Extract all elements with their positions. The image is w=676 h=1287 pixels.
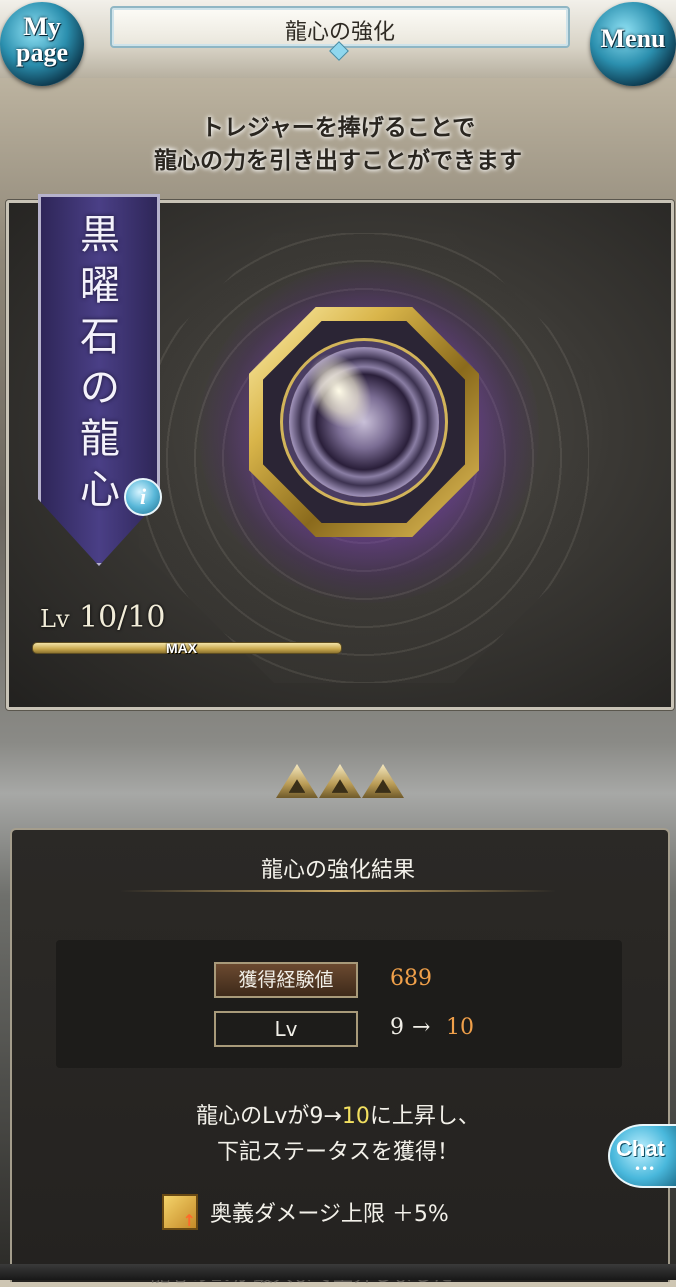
lv-to: 10: [446, 1015, 474, 1040]
item-name-char: 心: [80, 467, 120, 513]
lv-from: 9: [390, 1015, 404, 1040]
triangle-ornament-icon: [276, 764, 318, 798]
level-up-message-line1: 龍心のLvが9→10に上昇し、: [196, 1104, 480, 1129]
item-name-vertical: 黒 曜 石 の 龍 心: [78, 210, 122, 516]
chat-label: Chat: [616, 1136, 665, 1161]
mypage-button[interactable]: My page: [0, 2, 84, 86]
result-title: 龍心の強化結果: [260, 858, 415, 883]
result-stats-box: [56, 940, 622, 1068]
item-name-char: 曜: [80, 263, 120, 309]
bottom-bar: [0, 1264, 676, 1280]
menu-label: Menu: [600, 24, 666, 53]
max-label: MAX: [166, 640, 198, 656]
item-name-char: の: [80, 365, 120, 411]
ougi-damage-up-icon: [162, 1194, 198, 1230]
chat-button[interactable]: Chat •••: [608, 1124, 676, 1188]
level-value: 10/10: [79, 600, 166, 635]
chat-dots-icon: •••: [634, 1162, 656, 1176]
level-up-message-line2: 下記ステータスを獲得！: [216, 1140, 459, 1165]
level-prefix: Lv: [40, 605, 70, 633]
dragon-heart-treasure-image: [249, 307, 479, 537]
bonus-status: 奥義ダメージ上限 ＋5%: [210, 1202, 449, 1227]
intro-line-2: 龍心の力を引き出すことができます: [154, 148, 522, 174]
info-icon[interactable]: i: [124, 478, 162, 516]
item-name-char: 石: [80, 314, 120, 360]
intro-line-1: トレジャーを捧げることで: [200, 115, 476, 141]
item-name-char: 黒: [80, 212, 120, 258]
lv-label: Lv: [214, 1011, 358, 1047]
mypage-label-line2: page: [16, 38, 68, 67]
level-display: Lv 10/10: [40, 600, 166, 635]
menu-button[interactable]: Menu: [590, 2, 676, 86]
title-divider: [120, 890, 556, 892]
item-name-char: 龍: [80, 416, 120, 462]
triangle-ornament-icon: [362, 764, 404, 798]
exp-label: 獲得経験値: [214, 962, 358, 998]
lv-arrow: →: [412, 1015, 431, 1040]
triangle-ornament-icon: [319, 764, 361, 798]
exp-value: 689: [390, 966, 432, 991]
